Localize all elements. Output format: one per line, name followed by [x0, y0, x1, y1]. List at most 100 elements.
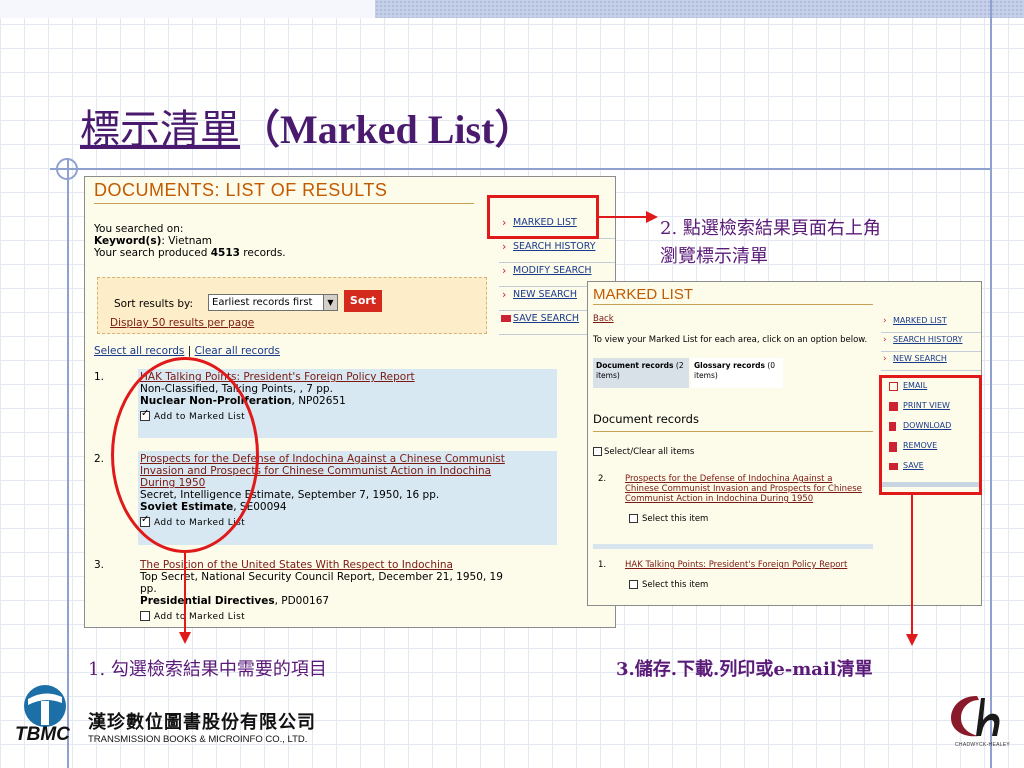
- slide-title-zh: 標示清單: [80, 107, 240, 153]
- marked-item-number: 2.: [598, 474, 607, 484]
- result-collection-id: , PD00167: [274, 595, 330, 607]
- select-all-link[interactable]: Select all records: [94, 345, 184, 357]
- back-link[interactable]: Back: [593, 314, 614, 324]
- search-history-link-label: SEARCH HISTORY: [513, 241, 596, 252]
- chevron-right-icon: ›: [883, 335, 887, 345]
- marked-list-instruction: To view your Marked List for each area, …: [593, 335, 868, 345]
- sort-label: Sort results by:: [114, 298, 194, 310]
- select-links: Select all records | Clear all records: [94, 345, 280, 357]
- marked-item-body: HAK Talking Points: President's Foreign …: [625, 560, 847, 590]
- modify-search-link-label: MODIFY SEARCH: [513, 265, 592, 276]
- result-number: 1.: [94, 371, 105, 383]
- select-this-item[interactable]: Select this item: [629, 580, 847, 590]
- marked-list-heading: MARKED LIST: [593, 286, 694, 303]
- marked-item-title[interactable]: HAK Talking Points: President's Foreign …: [625, 560, 847, 570]
- left-decoration-line: [67, 158, 69, 768]
- note-step-2-line1: 2. 點選檢索結果頁面右上角: [660, 218, 881, 239]
- searched-on-label: You searched on:: [94, 223, 184, 235]
- chadwyck-healey-wordmark: CHADWYCK-HEALEY: [955, 742, 1011, 748]
- marked-item-title-line[interactable]: Communist Action in Indochina During 195…: [625, 494, 862, 504]
- document-records-heading: Document records: [593, 412, 699, 426]
- arrow-to-note2-line: [599, 216, 649, 218]
- result-number: 2.: [94, 453, 105, 465]
- note-step-3: 3.儲存.下載.列印或e-mail清單: [616, 659, 873, 680]
- produced-suffix: records.: [239, 247, 286, 259]
- select-this-item-label: Select this item: [642, 514, 709, 524]
- result-title[interactable]: The Position of the United States With R…: [140, 559, 503, 571]
- search-history-link[interactable]: › SEARCH HISTORY: [499, 239, 615, 263]
- result-desc-line: pp.: [140, 583, 157, 595]
- folder-icon: [501, 315, 511, 322]
- chevron-right-icon: ›: [502, 240, 507, 253]
- search-history-link-label: SEARCH HISTORY: [893, 335, 963, 344]
- checkbox[interactable]: [140, 611, 150, 621]
- keyword-label: Keyword(s): [94, 235, 162, 247]
- chevron-right-icon: ›: [883, 316, 887, 326]
- checkbox[interactable]: [593, 447, 602, 456]
- checkbox[interactable]: [629, 580, 638, 589]
- produced-count: 4513: [210, 247, 240, 259]
- keyword-line: Keyword(s): Vietnam: [94, 235, 286, 247]
- marked-item-title-line[interactable]: Chinese Communist Invasion and Prospects…: [625, 484, 862, 494]
- sort-select[interactable]: Earliest records first ▼: [208, 294, 338, 311]
- checkbox[interactable]: [629, 514, 638, 523]
- select-this-item[interactable]: Select this item: [629, 514, 862, 524]
- tab-document-records[interactable]: Document records (2 items): [593, 358, 689, 388]
- results-heading: DOCUMENTS: LIST OF RESULTS: [94, 180, 388, 200]
- produced-line: Your search produced 4513 records.: [94, 247, 286, 259]
- add-to-marked-list-label: Add to Marked List: [154, 612, 246, 622]
- result-collection-id: , NP02651: [291, 395, 346, 407]
- top-decoration-bar: [375, 0, 1024, 18]
- result-desc-line: Top Secret, National Security Council Re…: [140, 571, 503, 583]
- highlight-checkbox-oval: [111, 357, 259, 553]
- search-history-link[interactable]: › SEARCH HISTORY: [881, 333, 981, 352]
- produced-prefix: Your search produced: [94, 247, 211, 259]
- marked-item-number: 1.: [598, 560, 607, 570]
- results-heading-rule: [94, 203, 474, 204]
- highlight-marked-list-box: [487, 195, 599, 239]
- arrow-down-icon: [179, 632, 191, 644]
- title-ring-ornament: [56, 158, 78, 180]
- tab-glossary-records-items: items): [694, 371, 718, 380]
- marked-item-title-line[interactable]: Prospects for the Defense of Indochina A…: [625, 474, 862, 484]
- select-clear-all[interactable]: Select/Clear all items: [593, 447, 694, 457]
- search-info: You searched on: Keyword(s): Vietnam You…: [94, 223, 286, 259]
- chevron-right-icon: ›: [883, 354, 887, 364]
- tbmc-logo-icon: [22, 683, 68, 729]
- result-body: The Position of the United States With R…: [140, 559, 503, 623]
- slide-title-open-paren: （: [240, 106, 280, 153]
- new-search-link[interactable]: › NEW SEARCH: [881, 352, 981, 371]
- document-records-rule: [593, 431, 873, 432]
- display-50-link[interactable]: Display 50 results per page: [110, 317, 254, 329]
- chevron-right-icon: ›: [502, 288, 507, 301]
- highlight-tools-box: [879, 375, 982, 495]
- slide-title-close-paren: ）: [494, 106, 535, 153]
- sort-box: Sort results by: Earliest records first ▼…: [97, 277, 487, 334]
- arrow-to-note1-line: [184, 553, 186, 633]
- tab-glossary-records[interactable]: Glossary records (0 items): [691, 358, 783, 388]
- add-to-marked-list[interactable]: Add to Marked List: [140, 610, 503, 623]
- result-collection: Presidential Directives, PD00167: [140, 595, 503, 607]
- new-search-link-label: NEW SEARCH: [513, 289, 577, 300]
- sort-button[interactable]: Sort: [344, 290, 382, 312]
- result-collection-name: Presidential Directives: [140, 595, 275, 607]
- marked-list-link-label: MARKED LIST: [893, 316, 947, 325]
- marked-list-link[interactable]: › MARKED LIST: [881, 314, 981, 333]
- chevron-right-icon: ›: [502, 264, 507, 277]
- tbmc-wordmark: TBMC: [15, 724, 70, 745]
- tab-glossary-records-label: Glossary records: [694, 361, 765, 370]
- marked-list-right-links: › MARKED LIST › SEARCH HISTORY › NEW SEARCH: [881, 314, 981, 371]
- result-number: 3.: [94, 559, 105, 571]
- keyword-value: : Vietnam: [161, 235, 213, 247]
- title-underline-rule: [50, 168, 990, 170]
- note-step-2: 2. 點選檢索結果頁面右上角 瀏覽標示清單: [660, 215, 881, 271]
- tab-document-records-items: items): [596, 371, 620, 380]
- company-name-zh: 漢珍數位圖書股份有限公司: [88, 712, 316, 733]
- slide-title: 標示清單（Marked List）: [80, 100, 534, 160]
- note-step-1: 1. 勾選檢索結果中需要的項目: [88, 659, 327, 680]
- tab-glossary-records-count: (0: [764, 361, 776, 370]
- clear-all-link[interactable]: Clear all records: [195, 345, 280, 357]
- new-search-link-label: NEW SEARCH: [893, 354, 947, 363]
- marked-items-divider: [593, 544, 873, 549]
- right-decoration-line: [990, 0, 992, 768]
